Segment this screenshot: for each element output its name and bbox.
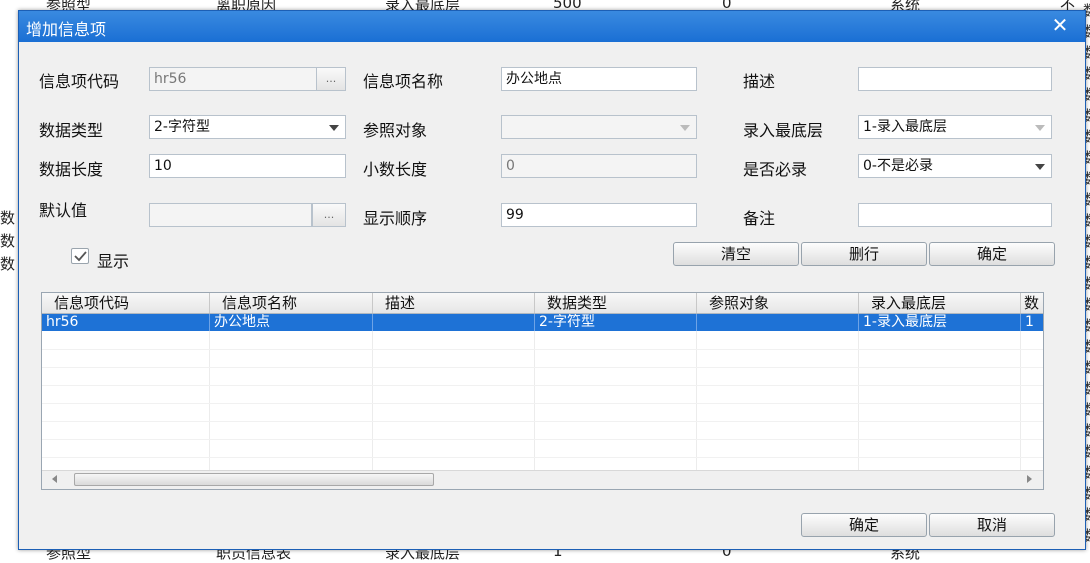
add-info-item-dialog: 增加信息项 ✕ 信息项代码 hr56 ... 信息项名称 办公地点 描述 数据类… xyxy=(18,10,1086,550)
required-select[interactable]: 0-不是必录 xyxy=(858,154,1052,178)
code-label: 信息项代码 xyxy=(39,72,120,91)
code-browse-button[interactable]: ... xyxy=(316,67,346,91)
chevron-down-icon[interactable] xyxy=(1035,164,1045,170)
desc-label: 描述 xyxy=(743,72,776,91)
bg-left-text: 数 xyxy=(0,232,16,250)
chevron-down-icon[interactable] xyxy=(680,125,690,131)
scroll-left-icon[interactable] xyxy=(52,475,57,483)
desc-field[interactable] xyxy=(858,67,1052,91)
column-header-type[interactable]: 数据类型 xyxy=(535,293,697,313)
column-header-level[interactable]: 录入最底层 xyxy=(859,293,1021,313)
grid-line xyxy=(42,457,1043,458)
chevron-down-icon[interactable] xyxy=(1035,125,1045,131)
scroll-right-icon[interactable] xyxy=(1027,475,1032,483)
length-field[interactable]: 10 xyxy=(149,154,346,178)
table-cell: 2-字符型 xyxy=(535,314,697,331)
length-label: 数据长度 xyxy=(39,160,104,179)
close-icon[interactable]: ✕ xyxy=(1049,14,1071,36)
dialog-title-bar[interactable]: 增加信息项 ✕ xyxy=(19,11,1085,42)
grid-line xyxy=(42,385,1043,386)
grid-line xyxy=(1020,331,1021,471)
ref-label: 参照对象 xyxy=(363,121,428,140)
cancel-button[interactable]: 取消 xyxy=(929,513,1055,537)
clear-button[interactable]: 清空 xyxy=(673,242,799,266)
table-cell: 办公地点 xyxy=(210,314,373,331)
required-select-value: 0-不是必录 xyxy=(863,158,933,174)
grid-line xyxy=(209,331,210,471)
default-field[interactable] xyxy=(149,203,312,227)
type-label: 数据类型 xyxy=(39,121,104,140)
default-browse-button[interactable]: ... xyxy=(312,203,346,227)
grid-line xyxy=(372,331,373,471)
grid-line xyxy=(42,403,1043,404)
type-select[interactable]: 2-字符型 xyxy=(149,115,346,139)
grid-line xyxy=(42,349,1043,350)
decimal-label: 小数长度 xyxy=(363,160,428,179)
horizontal-scrollbar[interactable] xyxy=(42,470,1043,489)
ok-button[interactable]: 确定 xyxy=(801,513,927,537)
show-checkbox[interactable] xyxy=(71,248,89,264)
column-header-code[interactable]: 信息项代码 xyxy=(42,293,210,313)
table-row[interactable]: hr56 办公地点 2-字符型 1-录入最底层 1 xyxy=(42,314,1043,331)
scrollbar-thumb[interactable] xyxy=(74,473,434,486)
dialog-title: 增加信息项 xyxy=(26,20,107,39)
decimal-field[interactable]: 0 xyxy=(501,154,697,178)
table-cell: 1-录入最底层 xyxy=(859,314,1021,331)
required-label: 是否必录 xyxy=(743,160,808,179)
type-select-value: 2-字符型 xyxy=(154,119,210,135)
table-cell xyxy=(697,314,859,331)
name-label: 信息项名称 xyxy=(363,72,444,91)
bg-left-text: 数 xyxy=(0,209,16,227)
table-header: 信息项代码 信息项名称 描述 数据类型 参照对象 录入最底层 数 xyxy=(42,293,1043,314)
level-select-value: 1-录入最底层 xyxy=(863,119,947,135)
bg-left-text: 数 xyxy=(0,255,16,273)
chevron-down-icon[interactable] xyxy=(329,125,339,131)
grid-line xyxy=(858,331,859,471)
level-label: 录入最底层 xyxy=(743,121,824,140)
grid-line xyxy=(42,439,1043,440)
remark-label: 备注 xyxy=(743,209,776,228)
table-cell: hr56 xyxy=(42,314,210,331)
column-header-desc[interactable]: 描述 xyxy=(373,293,535,313)
order-label: 显示顺序 xyxy=(363,209,428,228)
order-field[interactable]: 99 xyxy=(501,203,697,227)
column-header-name[interactable]: 信息项名称 xyxy=(210,293,373,313)
code-field[interactable]: hr56 xyxy=(149,67,317,91)
info-items-table: 信息项代码 信息项名称 描述 数据类型 参照对象 录入最底层 数 hr56 办公… xyxy=(41,292,1044,490)
grid-line xyxy=(42,421,1043,422)
grid-line xyxy=(696,331,697,471)
table-cell xyxy=(373,314,535,331)
remark-field[interactable] xyxy=(858,203,1052,227)
grid-line xyxy=(534,331,535,471)
column-header-ref[interactable]: 参照对象 xyxy=(697,293,859,313)
ref-select[interactable] xyxy=(501,115,697,139)
default-label: 默认值 xyxy=(39,201,88,220)
column-header-extra[interactable]: 数 xyxy=(1021,293,1043,313)
check-icon xyxy=(74,251,87,262)
name-field[interactable]: 办公地点 xyxy=(501,67,697,91)
level-select[interactable]: 1-录入最底层 xyxy=(858,115,1052,139)
table-cell: 1 xyxy=(1021,314,1043,331)
show-label: 显示 xyxy=(97,252,130,271)
grid-line xyxy=(42,367,1043,368)
delete-row-button[interactable]: 删行 xyxy=(801,242,927,266)
confirm-row-button[interactable]: 确定 xyxy=(929,242,1055,266)
